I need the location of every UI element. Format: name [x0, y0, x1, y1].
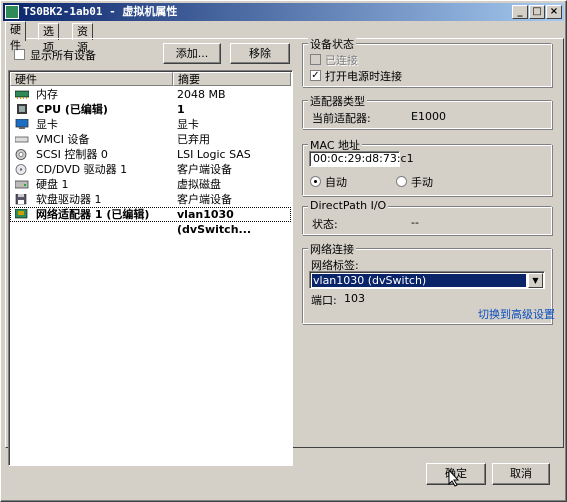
hardware-row-cpu[interactable]: CPU (已编辑) 1	[10, 102, 291, 117]
show-all-devices-label: 显示所有设备	[30, 49, 96, 62]
window-title: TS0BK2-1ab01 - 虚拟机属性	[23, 5, 178, 18]
hardware-row-floppy[interactable]: 软盘驱动器 1 客户端设备	[10, 192, 291, 207]
current-adapter-label: 当前适配器:	[312, 112, 371, 125]
network-label-value: vlan1030 (dvSwitch)	[312, 274, 526, 287]
network-adapter-icon	[15, 209, 28, 219]
close-button[interactable]: ×	[546, 5, 562, 19]
mouse-cursor-icon	[448, 469, 460, 487]
hard-disk-icon	[15, 180, 29, 189]
hardware-row-memory[interactable]: 内存 2048 MB	[10, 87, 291, 102]
mac-auto-radio[interactable]	[310, 176, 321, 187]
row-summary: 1	[177, 103, 185, 116]
floppy-icon	[15, 194, 27, 205]
cpu-icon	[17, 104, 27, 114]
vmci-icon	[15, 136, 29, 143]
hardware-row-network-adapter[interactable]: 网络适配器 1 (已编辑) vlan1030 (dvSwitch...	[10, 207, 291, 236]
vm-app-icon	[5, 5, 19, 19]
network-label-dropdown[interactable]: vlan1030 (dvSwitch) ▼	[309, 271, 545, 289]
hardware-row-vmci[interactable]: VMCI 设备 已弃用	[10, 132, 291, 147]
remove-button[interactable]: 移除	[230, 43, 290, 64]
chevron-down-icon[interactable]: ▼	[528, 273, 543, 288]
video-card-icon	[15, 119, 29, 129]
row-name: 硬盘 1	[36, 178, 69, 191]
directpath-title: DirectPath I/O	[308, 199, 389, 212]
device-status-title: 设备状态	[308, 36, 356, 52]
cd-dvd-icon	[15, 164, 27, 175]
row-summary: 客户端设备	[177, 163, 232, 176]
mac-manual-radio[interactable]	[396, 176, 407, 187]
row-summary: LSI Logic SAS	[177, 148, 251, 161]
hardware-list[interactable]: 硬件 摘要 内存 2048 MB CPU (已编辑) 1 显卡 显卡 VMCI …	[8, 70, 293, 466]
maximize-button[interactable]: □	[529, 5, 545, 19]
directpath-status-label: 状态:	[312, 218, 338, 231]
connected-label: 已连接	[325, 54, 358, 67]
memory-icon	[15, 90, 29, 99]
switch-to-advanced-settings-link[interactable]: 切换到高级设置	[478, 306, 555, 322]
hardware-row-scsi[interactable]: SCSI 控制器 0 LSI Logic SAS	[10, 147, 291, 162]
current-adapter-value: E1000	[411, 110, 446, 123]
connect-at-power-on-checkbox[interactable]: ✓	[310, 70, 321, 81]
row-summary: 客户端设备	[177, 193, 232, 206]
hardware-row-cd-dvd[interactable]: CD/DVD 驱动器 1 客户端设备	[10, 162, 291, 177]
mac-address-field[interactable]: 00:0c:29:d8:73:c1	[309, 151, 414, 167]
minimize-button[interactable]: _	[512, 5, 528, 19]
row-name: 网络适配器 1 (已编辑)	[36, 208, 150, 221]
port-label: 端口:	[311, 294, 337, 307]
vm-properties-window: TS0BK2-1ab01 - 虚拟机属性 _ □ × 硬件 选项 资源 显示所有…	[0, 0, 567, 502]
network-connection-title: 网络连接	[308, 241, 356, 257]
tab-label: 硬件	[10, 23, 21, 52]
connected-checkbox[interactable]	[310, 54, 321, 65]
row-name: 内存	[36, 88, 58, 101]
port-value: 103	[344, 292, 365, 305]
connect-at-power-on-label: 打开电源时连接	[325, 70, 402, 83]
row-summary: 已弃用	[177, 133, 210, 146]
row-name: CPU (已编辑)	[36, 103, 108, 116]
adapter-type-title: 适配器类型	[308, 93, 367, 109]
hardware-row-hard-disk[interactable]: 硬盘 1 虚拟磁盘	[10, 177, 291, 192]
row-name: 显卡	[36, 118, 58, 131]
mac-auto-label: 自动	[325, 176, 347, 189]
title-bar[interactable]: TS0BK2-1ab01 - 虚拟机属性 _ □ ×	[3, 3, 564, 21]
hardware-row-video-card[interactable]: 显卡 显卡	[10, 117, 291, 132]
scsi-icon	[15, 149, 27, 160]
row-summary: 显卡	[177, 118, 199, 131]
row-name: CD/DVD 驱动器 1	[36, 163, 128, 176]
column-header-hardware[interactable]: 硬件	[10, 72, 173, 86]
directpath-status-value: --	[411, 216, 419, 229]
row-summary: vlan1030 (dvSwitch...	[177, 208, 252, 236]
tab-hardware[interactable]: 硬件	[5, 21, 26, 52]
row-name: VMCI 设备	[36, 133, 90, 146]
column-header-summary[interactable]: 摘要	[173, 72, 291, 86]
row-summary: 2048 MB	[177, 88, 226, 101]
row-summary: 虚拟磁盘	[177, 178, 221, 191]
row-name: SCSI 控制器 0	[36, 148, 108, 161]
row-name: 软盘驱动器 1	[36, 193, 102, 206]
add-button[interactable]: 添加...	[163, 43, 221, 64]
cancel-button[interactable]: 取消	[492, 463, 550, 485]
mac-manual-label: 手动	[411, 176, 433, 189]
